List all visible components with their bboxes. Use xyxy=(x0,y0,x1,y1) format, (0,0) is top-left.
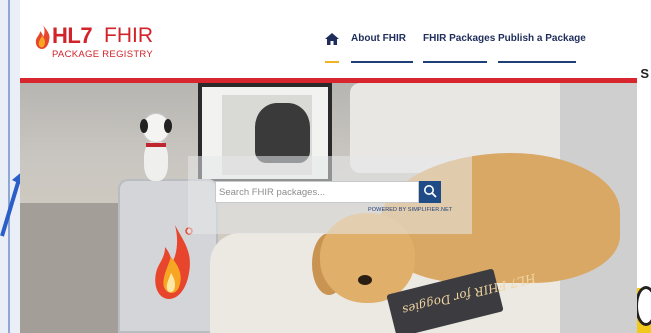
home-icon xyxy=(325,33,339,45)
laptop-flame-icon xyxy=(155,225,193,299)
browser-page: HL7 FHIR PACKAGE REGISTRY About FHIR FHI… xyxy=(20,0,637,333)
hero-dark-object xyxy=(255,103,310,163)
search-box xyxy=(215,181,419,203)
nav-home[interactable] xyxy=(325,33,339,63)
search-button[interactable] xyxy=(419,181,441,203)
background-edge-left xyxy=(0,0,20,333)
background-strip xyxy=(8,0,10,333)
nav-packages-underline xyxy=(423,61,487,63)
flame-icon xyxy=(35,25,50,49)
site-header: HL7 FHIR PACKAGE REGISTRY About FHIR FHI… xyxy=(20,0,637,78)
search-input[interactable] xyxy=(216,182,418,203)
nav-about-underline xyxy=(351,61,413,63)
logo-registry-text: PACKAGE REGISTRY xyxy=(52,49,154,60)
search-icon xyxy=(424,184,437,198)
logo-fhir-text: FHIR xyxy=(104,24,153,47)
powered-by-link[interactable]: POWERED BY SIMPLIFIER.NET xyxy=(368,207,452,213)
hl7-fhir-logo[interactable]: HL7 FHIR PACKAGE REGISTRY xyxy=(34,23,174,64)
edge-text: S xyxy=(640,66,649,81)
hero-image: HL7 FHIR for Doggies POWERED BY SIMPLIFI… xyxy=(20,83,637,333)
nav-home-underline xyxy=(325,61,339,63)
logo-hl7-text: HL7 xyxy=(52,23,93,48)
edge-circle xyxy=(635,286,651,326)
hero-dog-toy xyxy=(138,113,174,183)
nav-publish-package-label: Publish a Package xyxy=(498,33,586,44)
nav-about-fhir-label: About FHIR xyxy=(351,33,406,44)
background-edge-right: S xyxy=(635,0,651,333)
hero-dog-nose xyxy=(358,275,372,285)
nav-publish-package[interactable]: Publish a Package xyxy=(498,33,586,63)
nav-publish-underline xyxy=(498,61,576,63)
search-panel: POWERED BY SIMPLIFIER.NET xyxy=(188,156,472,234)
nav-fhir-packages-label: FHIR Packages xyxy=(423,33,496,44)
nav-fhir-packages[interactable]: FHIR Packages xyxy=(423,33,495,63)
nav-about-fhir[interactable]: About FHIR xyxy=(351,33,413,63)
